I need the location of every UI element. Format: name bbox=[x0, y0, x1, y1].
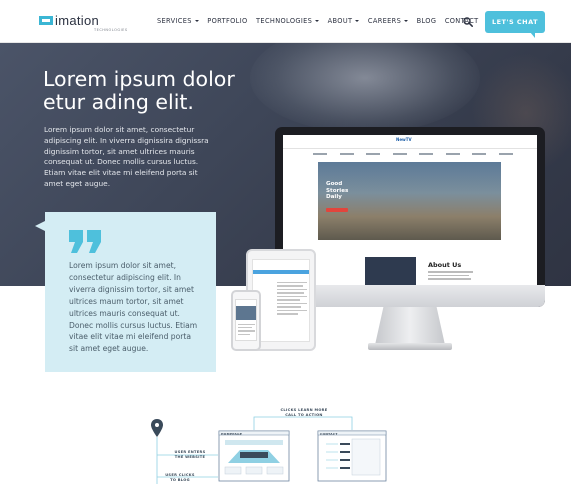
top-navbar: imation TECHNOLOGIES SERVICES PORTFOLIO … bbox=[0, 0, 571, 43]
desktop-mockup-screen: NewTV Good Stories Daily About Us bbox=[283, 135, 537, 287]
mockup-menu bbox=[313, 153, 513, 157]
phone-mockup bbox=[231, 290, 261, 351]
nav-item-label: BLOG bbox=[416, 17, 437, 25]
flow-label-contact: CONTACT bbox=[320, 432, 338, 436]
nav-item-careers[interactable]: CAREERS bbox=[367, 17, 409, 25]
hero-title: Lorem ipsum dolor etur ading elit. bbox=[43, 68, 283, 114]
nav-item-label: PORTFOLIO bbox=[207, 17, 248, 25]
mockup-hero-title: Good Stories Daily bbox=[326, 181, 349, 200]
nav-item-blog[interactable]: BLOG bbox=[417, 17, 437, 25]
mockup-video-thumbnail bbox=[365, 257, 416, 287]
nav-item-technologies[interactable]: TECHNOLOGIES bbox=[256, 17, 320, 25]
search-icon[interactable] bbox=[463, 17, 473, 27]
chat-bubble-tail bbox=[530, 32, 535, 38]
desktop-mockup-base bbox=[368, 343, 452, 350]
nav-item-contact[interactable]: CONTACT bbox=[445, 17, 479, 25]
logo-subtitle: TECHNOLOGIES bbox=[94, 28, 128, 32]
hero-title-line1: Lorem ipsum dolor bbox=[43, 67, 235, 91]
site-logo[interactable]: imation TECHNOLOGIES bbox=[39, 13, 127, 32]
hero-title-line2: etur ading elit. bbox=[43, 90, 194, 114]
mockup-cta-button bbox=[326, 208, 348, 212]
nav-item-label: TECHNOLOGIES bbox=[256, 17, 313, 25]
nav-item-label: ABOUT bbox=[327, 17, 353, 25]
user-flow-diagram: CLICKS LEARN MORE CALL TO ACTION USER EN… bbox=[0, 395, 571, 484]
quote-icon bbox=[69, 230, 101, 253]
desktop-mockup-stand bbox=[375, 307, 445, 345]
nav-item-label: CAREERS bbox=[367, 17, 402, 25]
flow-label-user-enters: USER ENTERS THE WEBSITE bbox=[174, 450, 206, 459]
lets-chat-button[interactable]: LET'S CHAT bbox=[485, 11, 545, 33]
mockup-text-lines bbox=[428, 271, 473, 282]
tablet-nav-bar bbox=[253, 270, 309, 274]
chevron-down-icon bbox=[404, 20, 409, 22]
quote-card-notch bbox=[35, 221, 45, 231]
phone-hero-image bbox=[236, 306, 256, 320]
mockup-about-title: About Us bbox=[428, 261, 462, 269]
phone-text-lines bbox=[238, 324, 255, 337]
nav-item-label: SERVICES bbox=[157, 17, 192, 25]
logo-text: imation bbox=[55, 13, 100, 28]
logo-mark bbox=[39, 16, 53, 25]
hero-body-text: Lorem ipsum dolor sit amet, consectetur … bbox=[44, 125, 209, 188]
tablet-text-lines bbox=[277, 282, 307, 317]
main-menu: SERVICES PORTFOLIO TECHNOLOGIES ABOUT CA… bbox=[157, 17, 487, 25]
phone-mockup-screen bbox=[235, 299, 257, 341]
quote-text: Lorem ipsum dolor sit amet, consectetur … bbox=[69, 261, 198, 354]
flow-label-learn-more: CLICKS LEARN MORE CALL TO ACTION bbox=[280, 408, 328, 417]
chevron-down-icon bbox=[315, 20, 320, 22]
flow-label-user-clicks-blog: USER CLICKS TO BLOG bbox=[165, 473, 195, 482]
chevron-down-icon bbox=[355, 20, 360, 22]
mockup-hero-image bbox=[318, 162, 501, 240]
flow-label-homepage: HOMEPAGE bbox=[221, 432, 243, 436]
chevron-down-icon bbox=[194, 20, 199, 22]
nav-item-label: CONTACT bbox=[444, 17, 479, 25]
nav-item-services[interactable]: SERVICES bbox=[157, 17, 199, 25]
nav-item-about[interactable]: ABOUT bbox=[328, 17, 360, 25]
mockup-logo: NewTV bbox=[396, 137, 412, 142]
nav-item-portfolio[interactable]: PORTFOLIO bbox=[207, 17, 247, 25]
